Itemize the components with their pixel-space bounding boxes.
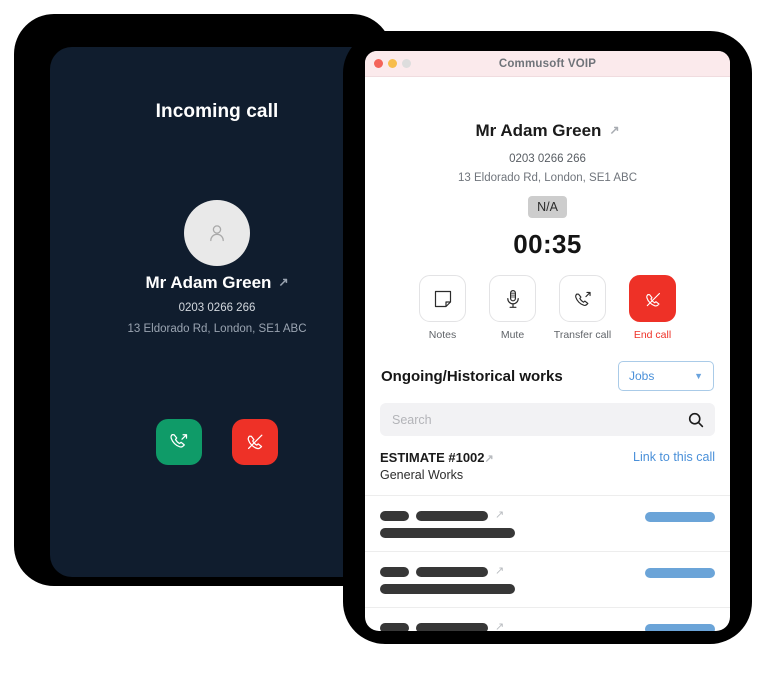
microphone-icon xyxy=(506,289,519,308)
tablet-device-frame: Incoming call Mr Adam Green ↗ 0203 0266 2… xyxy=(14,14,392,586)
transfer-call-label: Transfer call xyxy=(553,329,612,341)
end-call-tile xyxy=(629,275,676,322)
external-link-arrow-icon[interactable]: ↗ xyxy=(495,622,504,631)
redacted-action-bar[interactable] xyxy=(645,512,715,523)
redacted-content: ↗ xyxy=(380,622,515,631)
transfer-call-button[interactable]: Transfer call xyxy=(554,275,612,341)
app-body: Mr Adam Green ↗ 0203 0266 266 13 Eldorado… xyxy=(365,77,730,631)
caller-phone: 0203 0266 266 xyxy=(178,302,256,314)
table-row[interactable]: ↗ xyxy=(365,551,730,607)
window-title: Commusoft VOIP xyxy=(498,57,597,70)
works-header: Ongoing/Historical works Jobs ▼ xyxy=(365,361,730,392)
external-link-arrow-icon[interactable]: ↗ xyxy=(495,510,504,521)
estimate-info: ESTIMATE #1002↗ General Works xyxy=(380,450,494,482)
search-input[interactable] xyxy=(390,411,687,428)
phone-transfer-icon xyxy=(574,291,591,306)
incoming-call-title: Incoming call xyxy=(155,101,279,122)
caller-address: 13 Eldorado Rd, London, SE1 ABC xyxy=(127,323,307,335)
contact-phone: 0203 0266 266 xyxy=(509,153,586,165)
notes-label: Notes xyxy=(428,329,457,341)
voip-app-window: Commusoft VOIP Mr Adam Green ↗ 0203 0266 … xyxy=(365,51,730,631)
note-icon xyxy=(434,290,451,307)
redacted-bar xyxy=(380,584,515,595)
end-call-label: End call xyxy=(633,329,672,341)
tablet-screen: Incoming call Mr Adam Green ↗ 0203 0266 2… xyxy=(50,47,384,577)
redacted-bar xyxy=(380,510,409,521)
transfer-call-tile xyxy=(559,275,606,322)
caller-name: Mr Adam Green xyxy=(145,273,272,292)
decline-call-button[interactable] xyxy=(232,419,278,465)
link-to-this-call-button[interactable]: Link to this call xyxy=(633,450,715,464)
avatar xyxy=(184,200,250,266)
redacted-bar xyxy=(380,622,409,631)
works-filter-value: Jobs xyxy=(629,369,655,384)
search-box[interactable] xyxy=(380,403,715,437)
call-controls: Notes Mute Transfer call End call xyxy=(365,275,730,341)
redacted-line: ↗ xyxy=(380,510,515,521)
call-actions xyxy=(50,419,384,465)
external-link-arrow-icon[interactable]: ↗ xyxy=(609,123,619,137)
notes-tile xyxy=(419,275,466,322)
phone-forward-icon xyxy=(170,433,188,448)
redacted-line: ↗ xyxy=(380,566,515,577)
status-badge: N/A xyxy=(528,196,567,218)
redacted-content: ↗ xyxy=(380,566,515,595)
contact-address: 13 Eldorado Rd, London, SE1 ABC xyxy=(457,172,637,184)
contact-name: Mr Adam Green xyxy=(475,121,602,140)
external-link-arrow-icon[interactable]: ↗ xyxy=(278,275,288,289)
status-badge-row: N/A xyxy=(365,196,730,218)
external-link-arrow-icon[interactable]: ↗ xyxy=(485,453,494,465)
works-title: Ongoing/Historical works xyxy=(381,367,563,385)
estimate-title: ESTIMATE #1002 xyxy=(380,450,485,466)
notes-button[interactable]: Notes xyxy=(414,275,472,341)
redacted-action-bar[interactable] xyxy=(645,624,715,631)
redacted-line: ↗ xyxy=(380,622,515,631)
table-row[interactable]: ↗ xyxy=(365,607,730,631)
estimate-title-row[interactable]: ESTIMATE #1002↗ xyxy=(380,450,494,465)
redacted-line xyxy=(380,584,515,595)
person-icon xyxy=(210,225,224,242)
redacted-bar xyxy=(416,566,488,577)
redacted-bar xyxy=(416,622,488,631)
redacted-line xyxy=(380,528,515,539)
search-icon[interactable] xyxy=(687,411,705,429)
redacted-bar xyxy=(416,510,488,521)
window-titlebar: Commusoft VOIP xyxy=(365,51,730,77)
end-call-button[interactable]: End call xyxy=(624,275,682,341)
works-list: ESTIMATE #1002↗ General Works Link to th… xyxy=(365,450,730,631)
redacted-content: ↗ xyxy=(380,510,515,539)
mute-label: Mute xyxy=(500,329,525,341)
list-item-estimate[interactable]: ESTIMATE #1002↗ General Works Link to th… xyxy=(365,450,730,495)
accept-call-button[interactable] xyxy=(156,419,202,465)
external-link-arrow-icon[interactable]: ↗ xyxy=(495,566,504,577)
redacted-bar xyxy=(380,566,409,577)
estimate-subtitle: General Works xyxy=(380,468,464,483)
mute-tile xyxy=(489,275,536,322)
table-row[interactable]: ↗ xyxy=(365,495,730,551)
search-area xyxy=(365,403,730,437)
works-filter-select[interactable]: Jobs ▼ xyxy=(618,361,714,392)
phone-hangup-icon xyxy=(645,292,660,306)
redacted-bar xyxy=(380,528,515,539)
contact-name-row[interactable]: Mr Adam Green ↗ xyxy=(365,121,730,141)
caller-name-row[interactable]: Mr Adam Green ↗ xyxy=(50,273,384,293)
redacted-action-bar[interactable] xyxy=(645,568,715,579)
phone-hangup-icon xyxy=(247,434,263,450)
mute-button[interactable]: Mute xyxy=(484,275,542,341)
scene: Incoming call Mr Adam Green ↗ 0203 0266 2… xyxy=(0,0,768,676)
chevron-down-icon: ▼ xyxy=(694,370,703,381)
call-timer: 00:35 xyxy=(513,229,582,259)
